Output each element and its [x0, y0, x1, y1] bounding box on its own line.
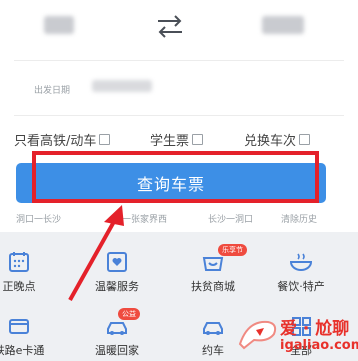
service-mall[interactable]: 扶贫商城 — [176, 250, 250, 294]
option-label: 只看高铁/动车 — [14, 134, 97, 149]
service-label: e卡通 — [15, 344, 45, 357]
from-station[interactable] — [44, 16, 74, 34]
to-station[interactable] — [262, 16, 304, 34]
swap-stations-icon[interactable] — [150, 12, 190, 40]
service-warm[interactable]: 温馨服务 — [80, 250, 154, 294]
heart-box-icon — [107, 252, 127, 272]
car-icon — [203, 322, 223, 335]
checkbox[interactable] — [99, 134, 111, 145]
service-label: 约车 — [202, 344, 224, 357]
calendar-icon — [9, 252, 29, 272]
option-label: 兑换车次 — [244, 134, 297, 149]
history-item[interactable]: 一张家界西 — [122, 212, 167, 225]
service-label: 正晚点 — [2, 280, 36, 293]
divider — [14, 60, 344, 61]
option-label: 学生票 — [150, 134, 190, 149]
service-food[interactable]: 餐饮·特产 — [264, 250, 338, 294]
clear-history-link[interactable]: 清除历史 — [281, 212, 317, 225]
date-label: 出发日期 — [34, 86, 71, 96]
exchange-train-option[interactable]: 兑换车次 — [244, 130, 311, 149]
watermark-logo — [238, 320, 277, 350]
charity-badge: 公益 — [118, 308, 140, 320]
divider — [14, 115, 344, 116]
site-watermark: 爱 · 尬聊 igaliao.com — [232, 312, 358, 361]
service-label: 温暖回家 — [95, 344, 139, 357]
service-label: 餐饮·特产 — [277, 280, 325, 293]
checkbox[interactable] — [192, 134, 204, 145]
search-card: 出发日期 只看高铁/动车 学生票 兑换车次 查询车票 洞口一长沙 一张家界西 长… — [0, 0, 358, 232]
history-item[interactable]: 长沙一洞口 — [208, 212, 253, 225]
query-tickets-button[interactable]: 查询车票 — [16, 163, 326, 203]
date-value[interactable] — [92, 80, 152, 92]
service-home[interactable]: 温暖回家 — [80, 314, 154, 358]
card-icon — [9, 319, 29, 334]
service-delay[interactable]: 正晚点 — [0, 250, 56, 294]
service-label: 扶贫商城 — [191, 280, 235, 293]
high-speed-only-option[interactable]: 只看高铁/动车 — [14, 130, 111, 149]
watermark-url: igaliao.com — [280, 338, 358, 353]
promo-badge: 乐享节 — [218, 244, 247, 256]
service-label-prefix: 铁路 — [0, 344, 16, 357]
service-ecard[interactable]: 铁路e卡通 — [0, 314, 56, 358]
service-label: 温馨服务 — [95, 280, 139, 293]
checkbox[interactable] — [299, 134, 311, 145]
watermark-title: 爱 · 尬聊 — [280, 319, 350, 339]
bowl-icon — [289, 253, 313, 271]
history-item[interactable]: 洞口一长沙 — [16, 212, 61, 225]
student-ticket-option[interactable]: 学生票 — [150, 130, 204, 149]
